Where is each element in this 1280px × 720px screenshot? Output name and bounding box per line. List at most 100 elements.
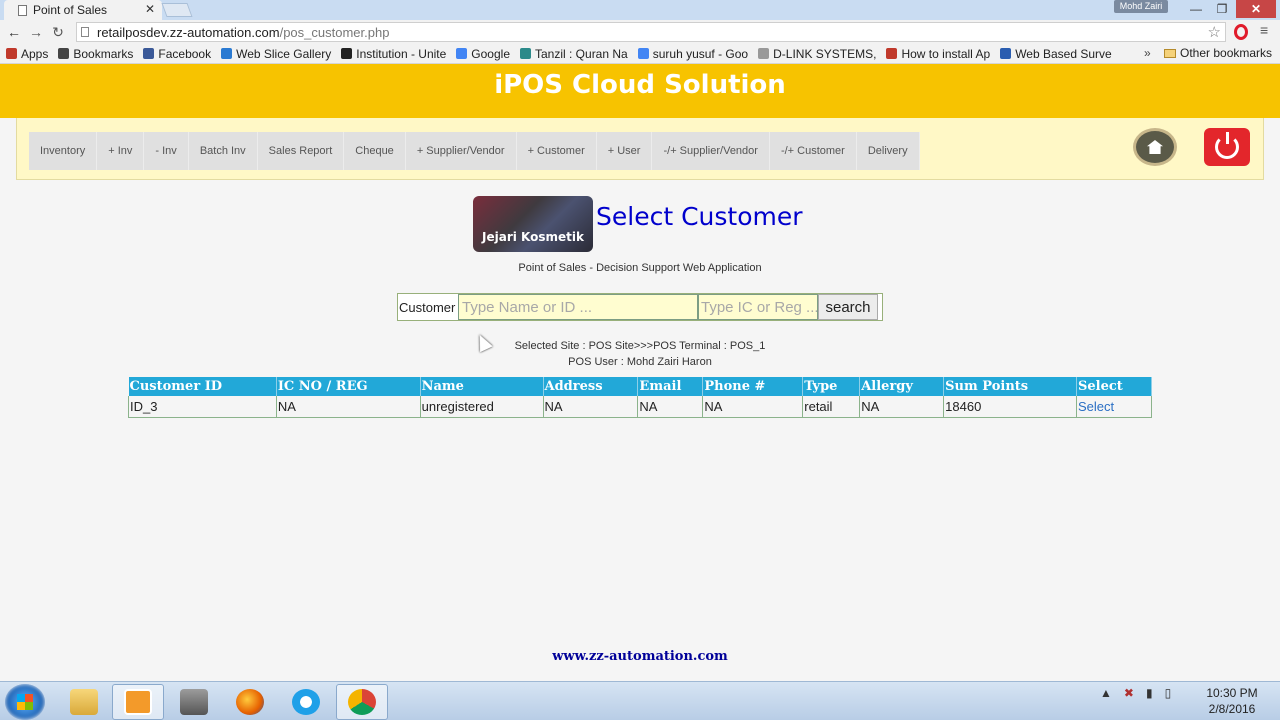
bookmarks-more-icon[interactable]: » xyxy=(1144,46,1151,60)
ie-taskbar-button[interactable] xyxy=(280,684,332,720)
tanzil-icon xyxy=(520,48,531,59)
bookmark-page-icon xyxy=(886,48,898,59)
menu-item[interactable]: - Inv xyxy=(144,132,189,170)
search-label: Customer xyxy=(399,299,456,315)
bookmark-item[interactable]: Google xyxy=(456,47,510,61)
bookmark-item[interactable]: Web Based Surve xyxy=(1000,47,1112,61)
bookmark-item[interactable]: Bookmarks xyxy=(58,47,133,61)
browser-tab[interactable]: Point of Sales ✕ xyxy=(4,0,162,20)
back-arrow-icon[interactable]: ← xyxy=(3,24,25,40)
table-header-row: Customer ID IC NO / REG Name Address Email Ph… xyxy=(128,377,1153,396)
network-icon[interactable]: ✖ xyxy=(1124,686,1134,700)
close-window-icon[interactable]: ✕ xyxy=(1236,0,1276,18)
tray-expand-icon[interactable]: ▲ xyxy=(1100,686,1112,700)
start-button[interactable] xyxy=(5,684,45,720)
customer-table: Customer ID IC NO / REG Name Address Email Ph… xyxy=(128,377,1153,418)
url-host: retailposdev.zz-automation.com xyxy=(97,24,280,40)
calculator-icon xyxy=(180,689,208,715)
session-info: Selected Site : POS Site>>>POS Terminal … xyxy=(0,338,1280,370)
menu-item[interactable]: -/+ Customer xyxy=(770,132,857,170)
bookmark-item[interactable]: How to install Ap xyxy=(886,47,990,61)
address-bar[interactable]: retailposdev.zz-automation.com/pos_custo… xyxy=(76,22,1226,42)
profile-badge[interactable]: Mohd Zairi xyxy=(1114,0,1168,13)
forward-arrow-icon[interactable]: → xyxy=(25,24,47,40)
maximize-icon[interactable]: ❐ xyxy=(1210,0,1234,18)
bookmark-item[interactable]: Institution - Unite xyxy=(341,47,446,61)
select-customer-link[interactable]: Select xyxy=(1078,399,1114,414)
bookmark-item[interactable]: Facebook xyxy=(143,47,211,61)
bookmark-item[interactable]: D-LINK SYSTEMS, xyxy=(758,47,876,61)
column-header: Select xyxy=(1076,377,1153,396)
signal-icon[interactable]: ▮ xyxy=(1146,686,1153,700)
customer-name-input[interactable] xyxy=(458,294,698,320)
media-player-icon xyxy=(124,689,152,715)
battery-icon[interactable]: ▯ xyxy=(1165,686,1172,700)
browser-menu-icon[interactable]: ≡ xyxy=(1260,22,1268,38)
menu-item[interactable]: Sales Report xyxy=(258,132,345,170)
footer-link[interactable]: www.zz-automation.com xyxy=(0,649,1280,664)
search-button[interactable]: search xyxy=(818,294,878,320)
facebook-icon xyxy=(143,48,155,59)
bookmark-label: Facebook xyxy=(158,46,212,61)
column-header: Email xyxy=(637,377,704,396)
opera-extension-icon[interactable] xyxy=(1234,24,1248,40)
menu-item[interactable]: + Customer xyxy=(517,132,597,170)
bookmark-item[interactable]: Tanzil : Quran Na xyxy=(520,47,628,61)
app-title: iPOS Cloud Solution xyxy=(494,70,786,100)
power-icon xyxy=(1215,132,1239,159)
tab-close-icon[interactable]: ✕ xyxy=(145,2,155,16)
menu-item[interactable]: Inventory xyxy=(29,132,98,170)
column-header: Allergy xyxy=(859,377,945,396)
bookmark-label: How to install Ap xyxy=(901,46,991,61)
menu-item[interactable]: + User xyxy=(597,132,653,170)
home-button[interactable] xyxy=(1133,128,1177,166)
calculator-taskbar-button[interactable] xyxy=(168,684,220,720)
media-player-taskbar-button[interactable] xyxy=(112,684,164,720)
customer-search-form: Customer search xyxy=(397,293,883,321)
chrome-taskbar-button[interactable] xyxy=(336,684,388,720)
browser-toolbar: ← → ↻ retailposdev.zz-automation.com/pos… xyxy=(0,20,1280,44)
menu-item[interactable]: Batch Inv xyxy=(189,132,258,170)
logout-button[interactable] xyxy=(1204,128,1250,166)
reload-icon[interactable]: ↻ xyxy=(47,24,69,41)
column-header: Phone # xyxy=(702,377,804,396)
menu-item[interactable]: Cheque xyxy=(344,132,406,170)
column-header: Sum Points xyxy=(943,377,1077,396)
brand-label: Jejari Kosmetik xyxy=(482,230,584,244)
table-cell: NA xyxy=(275,396,421,418)
bookmark-item[interactable]: Apps xyxy=(6,47,48,61)
bookmark-star-icon[interactable]: ☆ xyxy=(1208,23,1221,41)
browser-tabstrip: Point of Sales ✕ Mohd Zairi — ❐ ✕ xyxy=(0,0,1280,20)
table-cell: retail xyxy=(802,396,861,418)
new-tab-button[interactable] xyxy=(161,3,193,17)
system-clock[interactable]: 10:30 PM 2/8/2016 xyxy=(1200,685,1264,717)
clock-time: 10:30 PM xyxy=(1206,686,1258,700)
other-bookmarks[interactable]: Other bookmarks xyxy=(1164,46,1272,60)
star-icon xyxy=(58,48,70,59)
windows-taskbar: ▲ ✖ ▮ ▯ 10:30 PM 2/8/2016 xyxy=(0,681,1280,720)
firefox-icon xyxy=(236,689,264,715)
bookmark-label: Apps xyxy=(21,46,49,61)
bookmark-label: Web Based Surve xyxy=(1015,46,1112,61)
column-header: Name xyxy=(420,377,544,396)
bookmark-label: Web Slice Gallery xyxy=(236,46,332,61)
survey-icon xyxy=(1000,48,1012,59)
menu-item[interactable]: -/+ Supplier/Vendor xyxy=(652,132,770,170)
table-cell: NA xyxy=(702,396,804,418)
explorer-taskbar-button[interactable] xyxy=(58,684,110,720)
bookmark-label: Institution - Unite xyxy=(356,46,447,61)
menu-item[interactable]: Delivery xyxy=(857,132,920,170)
selected-site: Selected Site : POS Site>>>POS Terminal … xyxy=(514,340,766,352)
page-title: Select Customer xyxy=(596,202,803,231)
internet-explorer-icon xyxy=(292,689,320,715)
customer-ic-input[interactable] xyxy=(698,294,818,320)
bookmarks-bar: Apps Bookmarks Facebook Web Slice Gallery In… xyxy=(0,44,1280,64)
menu-item[interactable]: + Supplier/Vendor xyxy=(406,132,517,170)
bookmark-item[interactable]: suruh yusuf - Goo xyxy=(637,47,748,61)
column-header: IC NO / REG xyxy=(276,377,421,396)
minimize-icon[interactable]: — xyxy=(1184,0,1208,18)
table-cell: 18460 xyxy=(943,396,1077,418)
firefox-taskbar-button[interactable] xyxy=(224,684,276,720)
menu-item[interactable]: + Inv xyxy=(97,132,145,170)
bookmark-item[interactable]: Web Slice Gallery xyxy=(221,47,331,61)
